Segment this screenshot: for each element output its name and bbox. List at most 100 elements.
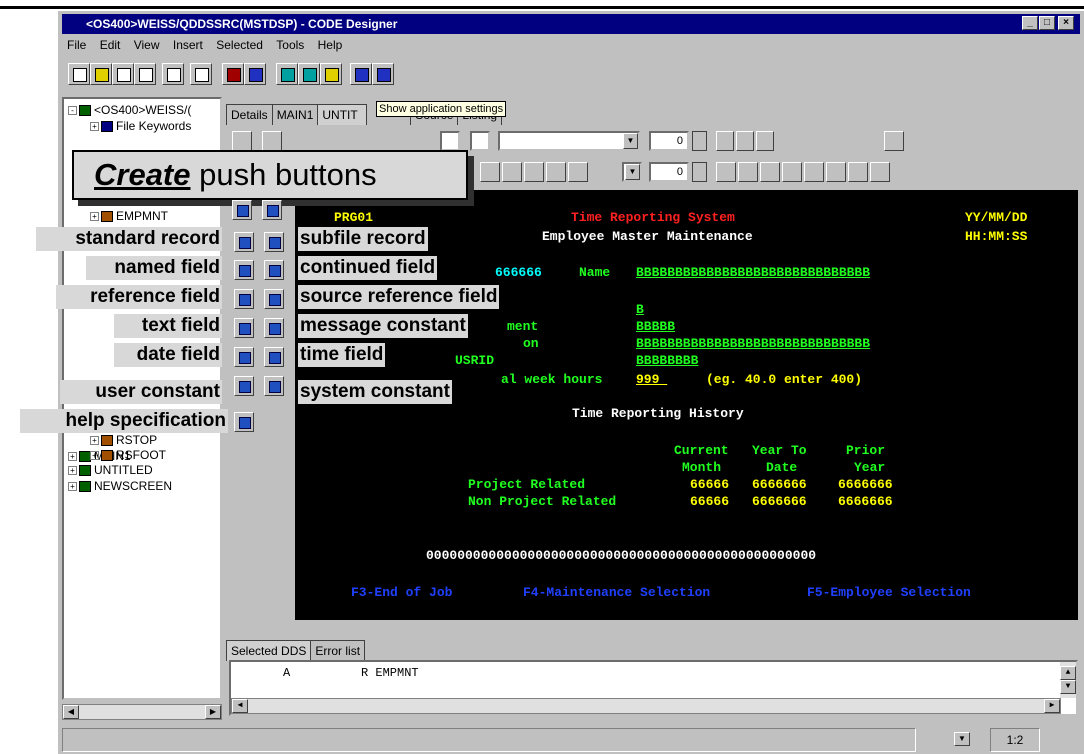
row-nonproject-v1[interactable]: 66666 [690, 494, 729, 509]
screen-view-button[interactable] [276, 63, 298, 85]
record-view-button[interactable] [298, 63, 320, 85]
grid-button[interactable] [190, 63, 212, 85]
time-field-button[interactable] [264, 347, 284, 367]
expand-icon[interactable]: + [68, 482, 77, 492]
spin-col[interactable]: 0 [649, 162, 689, 182]
named-field-button[interactable] [234, 260, 254, 280]
layout-button-6[interactable] [826, 162, 846, 182]
usrid-label[interactable]: USRID [455, 353, 494, 368]
status-field[interactable]: B [636, 302, 644, 317]
expand-icon[interactable]: + [90, 451, 99, 461]
row-nonproject-v3[interactable]: 6666666 [838, 494, 893, 509]
color-blue-button[interactable] [756, 131, 774, 151]
info-button[interactable] [350, 63, 372, 85]
dds-hscroll[interactable]: ◀ ▶ [231, 698, 1061, 714]
layout-button-8[interactable] [870, 162, 890, 182]
fkey-f5[interactable]: F5-Employee Selection [807, 585, 971, 600]
source-reference-field-button[interactable] [264, 289, 284, 309]
tree-item-file-keywords[interactable]: + File Keywords [90, 119, 191, 134]
tab-untitled[interactable]: UNTIT [317, 104, 368, 125]
menu-help[interactable]: Help [313, 35, 348, 55]
expand-icon[interactable]: + [68, 452, 77, 462]
save-button[interactable] [112, 63, 134, 85]
scroll-down-icon[interactable]: ▼ [1060, 680, 1076, 694]
row-nonproject-label[interactable]: Non Project Related [468, 494, 616, 509]
expand-icon[interactable]: + [90, 436, 99, 446]
align-button-4[interactable] [546, 162, 566, 182]
maximize-button[interactable]: □ [1039, 16, 1055, 30]
layout-button-1[interactable] [716, 162, 736, 182]
menu-tools[interactable]: Tools [271, 35, 309, 55]
employee-number-field[interactable]: 666666 [495, 265, 542, 280]
location-label[interactable]: on [523, 336, 539, 351]
history-title[interactable]: Time Reporting History [572, 406, 744, 421]
row-project-label[interactable]: Project Related [468, 477, 585, 492]
screen-subtitle[interactable]: Employee Master Maintenance [542, 229, 753, 244]
chevron-down-icon[interactable]: ▼ [625, 164, 640, 180]
tab-error-list[interactable]: Error list [310, 640, 366, 661]
spin-col-arrows[interactable] [692, 162, 707, 182]
user-constant-button[interactable] [234, 376, 254, 396]
expand-icon[interactable]: + [90, 212, 99, 222]
field-view-button[interactable] [320, 63, 342, 85]
time-field[interactable]: HH:MM:SS [965, 229, 1027, 244]
attribute-select[interactable]: ▼ [498, 131, 640, 151]
hours-hint[interactable]: (eg. 40.0 enter 400) [706, 372, 862, 387]
settings-button[interactable] [372, 63, 394, 85]
scroll-left-icon[interactable]: ◀ [63, 705, 79, 719]
spin-row[interactable]: 0 [649, 131, 689, 151]
dds-vscroll[interactable]: ▲ ▼ [1060, 662, 1076, 698]
minimize-button[interactable]: _ [1022, 16, 1038, 30]
scroll-right-icon[interactable]: ▶ [205, 705, 221, 719]
date-field[interactable]: YY/MM/DD [965, 210, 1027, 225]
verify-button[interactable] [222, 63, 244, 85]
hours-field[interactable]: 999 [636, 372, 667, 387]
row-project-v1[interactable]: 66666 [690, 477, 729, 492]
name-field[interactable]: BBBBBBBBBBBBBBBBBBBBBBBBBBBBBB [636, 265, 870, 280]
pointer-icon[interactable] [262, 200, 282, 220]
standard-record-button[interactable] [234, 232, 254, 252]
field-combo-left[interactable] [440, 131, 460, 151]
subfile-record-button[interactable] [264, 232, 284, 252]
color-green-button[interactable] [736, 131, 754, 151]
message-constant-button[interactable] [264, 318, 284, 338]
select-tool-button[interactable] [232, 200, 252, 220]
hours-label[interactable]: al week hours [501, 372, 602, 387]
collapse-icon[interactable]: - [68, 106, 77, 116]
row-nonproject-v2[interactable]: 6666666 [752, 494, 807, 509]
tree-root[interactable]: - <OS400>WEISS/( [68, 103, 191, 118]
col-ytd-1[interactable]: Year To [752, 443, 807, 458]
tab-main1[interactable]: MAIN1 [271, 104, 319, 125]
expand-icon[interactable]: + [68, 466, 77, 476]
field-combo-mid[interactable] [470, 131, 490, 151]
layout-button-4[interactable] [782, 162, 802, 182]
tree-item-rstop[interactable]: + RSTOP [90, 433, 157, 448]
col-ytd-2[interactable]: Date [766, 460, 797, 475]
print-button[interactable] [134, 63, 156, 85]
select-button[interactable] [162, 63, 184, 85]
align-button-2[interactable] [502, 162, 522, 182]
align-button-5[interactable] [568, 162, 588, 182]
tree-item-untitled[interactable]: + UNTITLED [68, 463, 153, 478]
date-field-button[interactable] [234, 347, 254, 367]
fkey-f4[interactable]: F4-Maintenance Selection [523, 585, 710, 600]
col-prior-2[interactable]: Year [854, 460, 885, 475]
align-select[interactable]: ▼ [622, 162, 642, 182]
tree-hscroll[interactable]: ◀ ▶ [62, 704, 222, 720]
menu-view[interactable]: View [129, 35, 165, 55]
program-name[interactable]: PRG01 [334, 210, 373, 225]
format-button-1[interactable] [232, 131, 252, 151]
system-constant-button[interactable] [264, 376, 284, 396]
col-current-2[interactable]: Month [682, 460, 721, 475]
scroll-left-icon[interactable]: ◀ [232, 699, 248, 713]
department-field[interactable]: BBBBB [636, 319, 675, 334]
scroll-up-icon[interactable]: ▲ [1060, 666, 1076, 680]
new-button[interactable] [68, 63, 90, 85]
tab-selected-dds[interactable]: Selected DDS [226, 640, 312, 661]
layout-button-5[interactable] [804, 162, 824, 182]
tree-item-newscreen[interactable]: + NEWSCREEN [68, 479, 172, 494]
layout-button-3[interactable] [760, 162, 780, 182]
message-line[interactable]: 0000000000000000000000000000000000000000… [426, 548, 816, 563]
system-title[interactable]: Time Reporting System [571, 210, 735, 225]
location-field[interactable]: BBBBBBBBBBBBBBBBBBBBBBBBBBBBBB [636, 336, 870, 351]
